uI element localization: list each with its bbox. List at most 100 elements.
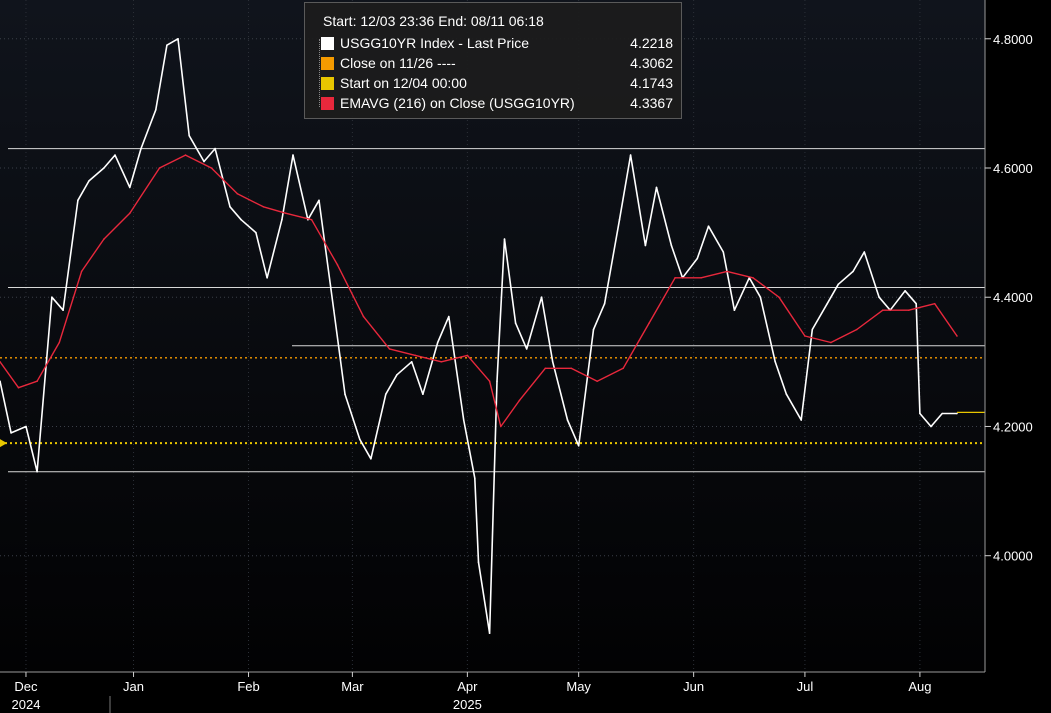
data-point (618, 218, 621, 221)
legend-box: Start: 12/03 23:36 End: 08/11 06:18 USGG… (304, 2, 682, 119)
legend-label: USGG10YR Index - Last Price (340, 35, 530, 51)
data-point (525, 348, 528, 350)
data-point (882, 309, 884, 312)
data-point (388, 348, 391, 350)
data-point (804, 335, 806, 337)
data-point (362, 315, 365, 318)
data-point (670, 244, 673, 247)
data-point (114, 154, 116, 156)
x-tick-label: May (566, 679, 591, 694)
data-point (422, 393, 424, 396)
data-point (166, 44, 168, 46)
data-point (36, 470, 38, 473)
data-point (370, 458, 372, 460)
data-point (466, 354, 469, 357)
data-point (58, 341, 61, 344)
data-point (436, 341, 439, 344)
data-point (644, 244, 647, 247)
data-point (778, 296, 780, 299)
data-point (292, 154, 294, 156)
data-point (448, 315, 450, 318)
data-point (51, 296, 53, 299)
data-point (774, 361, 776, 363)
x-tick-label: Jan (123, 679, 144, 694)
legend-title: Start: 12/03 23:36 End: 08/11 06:18 (323, 13, 544, 29)
legend-entry-last-price[interactable]: USGG10YR Index - Last Price 4.2218 (313, 35, 675, 54)
data-point (10, 432, 12, 434)
data-point (184, 154, 187, 156)
data-point (77, 199, 79, 202)
data-point (722, 251, 725, 253)
data-point (318, 199, 320, 202)
data-point (310, 218, 313, 221)
data-point (603, 302, 606, 305)
data-point (262, 206, 265, 208)
data-point (333, 309, 335, 312)
y-tick-label: 4.0000 (993, 549, 1033, 564)
data-point (236, 193, 239, 195)
data-point (488, 380, 491, 383)
data-point (214, 147, 216, 150)
data-point (852, 270, 854, 273)
legend-label: Close on 11/26 ---- (340, 55, 456, 71)
data-point (25, 425, 27, 428)
x-tick-label: Apr (457, 679, 478, 694)
data-point (229, 206, 231, 208)
data-point (551, 361, 554, 363)
data-point (629, 154, 632, 156)
data-point (440, 361, 443, 363)
data-point (414, 354, 417, 357)
data-point (36, 380, 38, 383)
data-point (518, 399, 521, 402)
data-point (155, 109, 157, 111)
data-point (800, 419, 802, 421)
data-point (707, 225, 710, 227)
data-point (359, 438, 361, 441)
data-point (826, 302, 828, 305)
data-point (255, 231, 257, 234)
legend-value: 4.1743 (630, 75, 673, 91)
data-point (462, 419, 465, 421)
legend-label: Start on 12/04 00:00 (340, 75, 467, 91)
legend-value: 4.2218 (630, 35, 673, 51)
data-point (648, 322, 650, 324)
data-point (570, 367, 572, 370)
x-tick-label: Aug (908, 679, 931, 694)
data-point (488, 632, 491, 634)
data-point (474, 477, 476, 480)
data-point (863, 251, 866, 253)
data-point (577, 445, 580, 447)
data-point (919, 412, 921, 415)
data-point (103, 167, 105, 169)
data-point (941, 412, 943, 415)
y-tick-label: 4.2000 (993, 419, 1033, 434)
data-point (878, 296, 880, 299)
data-point (385, 393, 387, 396)
data-point (540, 296, 543, 299)
data-point (129, 212, 131, 214)
y-tick-label: 4.4000 (993, 290, 1033, 305)
data-point (514, 322, 517, 324)
legend-entry-start[interactable]: Start on 12/04 00:00 4.1743 (313, 75, 675, 94)
x-tick-label: Feb (237, 679, 259, 694)
data-point (785, 393, 788, 396)
data-point (856, 328, 858, 331)
x-year-label: 2025 (453, 697, 482, 712)
data-point (477, 561, 480, 563)
data-point (17, 386, 20, 389)
data-point (284, 212, 287, 214)
x-year-label: 2024 (12, 697, 41, 712)
data-point (566, 419, 569, 421)
data-point (592, 328, 595, 331)
legend-entry-emavg[interactable]: EMAVG (216) on Close (USGG10YR) 4.3367 (313, 95, 675, 114)
data-point (80, 270, 83, 273)
data-point (752, 277, 754, 279)
data-point (88, 180, 90, 182)
x-tick-label: Dec (14, 679, 38, 694)
data-point (410, 361, 413, 363)
legend-entry-close[interactable]: Close on 11/26 ---- 4.3062 (313, 55, 675, 74)
data-point (503, 238, 506, 240)
data-point (496, 380, 498, 383)
data-point (904, 290, 906, 292)
data-point (240, 218, 242, 221)
